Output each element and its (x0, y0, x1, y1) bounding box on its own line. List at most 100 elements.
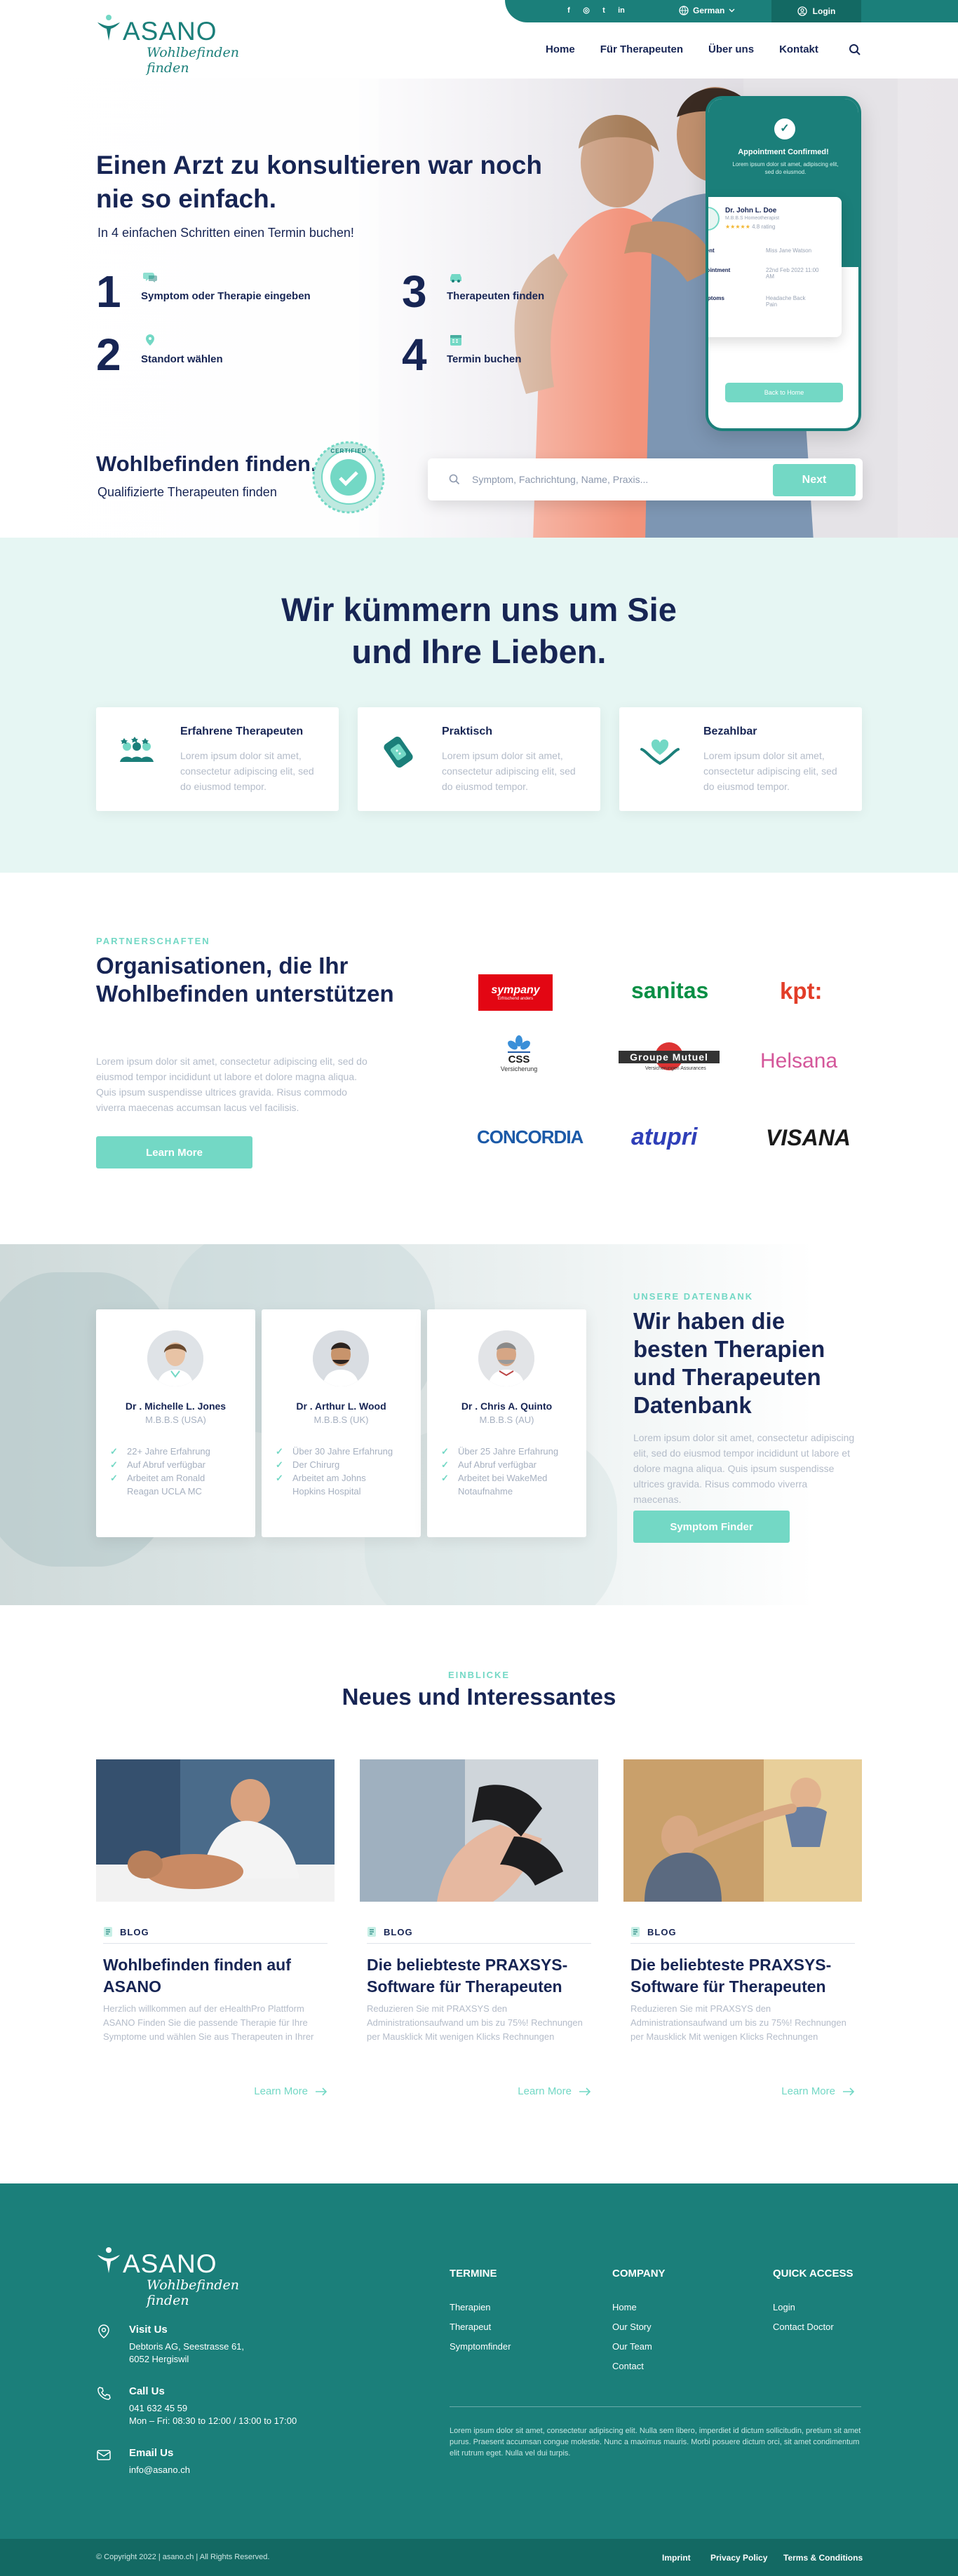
search-input[interactable]: Symptom, Fachrichtung, Name, Praxis... (472, 474, 648, 485)
post-title[interactable]: Die beliebteste PRAXSYS-Software für The… (367, 1954, 591, 1998)
imprint-link[interactable]: Imprint (662, 2553, 691, 2563)
nav-kontakt[interactable]: Kontakt (779, 43, 818, 55)
card-title: Praktisch (442, 725, 493, 737)
symptom-finder-button[interactable]: Symptom Finder (633, 1511, 790, 1543)
step-3: 3 Therapeuten finden (402, 269, 544, 314)
footer-link[interactable]: Our Story (612, 2322, 666, 2332)
footer-link[interactable]: Contact (612, 2361, 666, 2371)
phone-number: 041 632 45 59 (129, 2403, 188, 2413)
hero-subtitle: In 4 einfachen Schritten einen Termin bu… (97, 226, 354, 240)
step-label: Therapeuten finden (447, 290, 545, 302)
phone-back-button[interactable]: Back to Home (725, 383, 843, 402)
logo-helsana[interactable]: Helsana (760, 1049, 837, 1073)
logo-concordia[interactable]: CONCORDIA (477, 1126, 583, 1148)
brand-logo[interactable]: ASANO Wohlbefinden finden (96, 13, 271, 76)
doctor-photo (147, 1330, 203, 1386)
doctor-card-jones[interactable]: Dr . Michelle L. Jones M.B.B.S (USA) 22+… (96, 1309, 255, 1537)
step-number: 1 (96, 266, 121, 317)
chevron-down-icon (729, 8, 735, 13)
certified-badge: CERTIFIED (311, 439, 386, 515)
footer-link[interactable]: Home (612, 2302, 666, 2312)
logo-atupri[interactable]: atupri (631, 1124, 697, 1151)
partners-learn-more-button[interactable]: Learn More (96, 1136, 252, 1168)
step-number: 4 (402, 329, 427, 380)
news-eyebrow: EINBLICKE (447, 1670, 511, 1680)
brand-tagline: Wohlbefinden finden (147, 2277, 239, 2308)
footer-link[interactable]: Contact Doctor (773, 2322, 853, 2332)
check-icon: ✓ (774, 118, 795, 139)
search-icon[interactable] (849, 43, 861, 56)
footer-link[interactable]: Therapien (450, 2302, 511, 2312)
post-divider (630, 1943, 855, 1944)
linkedin-icon[interactable]: in (617, 6, 626, 15)
language-selector[interactable]: German (679, 6, 735, 15)
terms-link[interactable]: Terms & Conditions (783, 2553, 863, 2563)
email-icon (97, 2450, 111, 2460)
instagram-icon[interactable]: ◎ (582, 6, 591, 15)
footer-link[interactable]: Login (773, 2302, 853, 2312)
logo-css[interactable]: CSS Versicherung (491, 1035, 547, 1072)
doctor-avatar (313, 1330, 369, 1386)
doctor-point: Über 30 Jahre Erfahrung (276, 1445, 393, 1458)
logo-sanitas[interactable]: sanitas (631, 978, 708, 1004)
calendar-icon (450, 335, 461, 346)
post-title[interactable]: Wohlbefinden finden auf ASANO (103, 1954, 328, 1998)
doctor-points: Über 30 Jahre Erfahrung Der Chirurg Arbe… (276, 1445, 393, 1498)
blog-post-card[interactable]: BLOG Die beliebteste PRAXSYS-Software fü… (360, 1759, 598, 2097)
address-line-2: 6052 Hergiswil (129, 2354, 189, 2364)
doctor-avatar (478, 1330, 534, 1386)
email-address[interactable]: info@asano.ch (129, 2464, 190, 2476)
nav-therapeuten[interactable]: Für Therapeuten (600, 43, 683, 55)
language-label: German (693, 6, 725, 15)
row-value: 22nd Feb 2022 11:00 AM (766, 267, 819, 280)
email-title: Email Us (129, 2447, 174, 2459)
social-links: f ◎ t in (565, 6, 626, 15)
news-section: EINBLICKE Neues und Interessantes BLOG W… (0, 1605, 958, 2183)
post-title[interactable]: Die beliebteste PRAXSYS-Software für The… (630, 1954, 855, 1998)
blog-post-card[interactable]: BLOG Wohlbefinden finden auf ASANO Herzl… (96, 1759, 335, 2097)
footer-link[interactable]: Therapeut (450, 2322, 511, 2332)
css-flower-icon (508, 1035, 530, 1053)
post-desc: Reduzieren Sie mit PRAXSYS den Administr… (367, 2003, 583, 2042)
logo-kpt[interactable]: kpt: (780, 978, 823, 1004)
logo-sub: Erfrischend anders (497, 997, 534, 1001)
footer-logo[interactable]: ASANO Wohlbefinden finden (96, 2245, 278, 2308)
phone-row-patient: Patient Miss Jane Watson (708, 247, 833, 254)
opening-hours: Mon – Fri: 08:30 to 12:00 / 13:00 to 17:… (129, 2415, 297, 2426)
footer-paragraph: Lorem ipsum dolor sit amet, consectetur … (450, 2427, 861, 2458)
feature-card-praktisch: Praktisch Lorem ipsum dolor sit amet, co… (358, 707, 600, 811)
col-title: QUICK ACCESS (773, 2268, 854, 2279)
doctor-card-wood[interactable]: Dr . Arthur L. Wood M.B.B.S (UK) Über 30… (262, 1309, 421, 1537)
massage-photo (96, 1759, 335, 1902)
doctor-card-quinto[interactable]: Dr . Chris A. Quinto M.B.B.S (AU) Über 2… (427, 1309, 586, 1537)
search-next-button[interactable]: Next (773, 464, 856, 496)
globe-icon (679, 6, 689, 15)
nav-ueber-uns[interactable]: Über uns (708, 43, 754, 55)
logo-visana[interactable]: VISANA (766, 1125, 851, 1151)
confirm-title: Appointment Confirmed! (738, 148, 829, 156)
footer-link[interactable]: Our Team (612, 2341, 666, 2352)
post-tag: BLOG (367, 1926, 413, 1937)
logo-sympany[interactable]: sympany Erfrischend anders (478, 974, 553, 1011)
doctor-name: Dr . Arthur L. Wood (296, 1401, 386, 1412)
logo-groupe-mutuel[interactable]: Groupe Mutuel Versicherungen Assurances (617, 1041, 721, 1076)
post-learn-more-link[interactable]: Learn More (781, 2085, 855, 2097)
call-details[interactable]: 041 632 45 59 Mon – Fri: 08:30 to 12:00 /… (129, 2402, 297, 2427)
feature-card-therapeuten: Erfahrene Therapeuten Lorem ipsum dolor … (96, 707, 339, 811)
doctor-point: Über 25 Jahre Erfahrung (441, 1445, 558, 1458)
address-line-1: Debtoris AG, Seestrasse 61, (129, 2341, 245, 2352)
post-learn-more-link[interactable]: Learn More (254, 2085, 328, 2097)
blog-post-card[interactable]: BLOG Die beliebteste PRAXSYS-Software fü… (623, 1759, 862, 2097)
post-learn-more-link[interactable]: Learn More (518, 2085, 591, 2097)
login-label: Login (812, 6, 836, 16)
twitter-icon[interactable]: t (600, 6, 608, 15)
facebook-icon[interactable]: f (565, 6, 573, 15)
nav-home[interactable]: Home (546, 43, 575, 55)
doctor-point: Der Chirurg (276, 1458, 393, 1471)
tag-label: BLOG (384, 1926, 413, 1937)
doctors-desc: Lorem ipsum dolor sit amet, consectetur … (633, 1432, 855, 1505)
footer-link[interactable]: Symptomfinder (450, 2341, 511, 2352)
login-button[interactable]: Login (771, 0, 861, 22)
learn-more-label: Learn More (518, 2085, 572, 2097)
privacy-policy-link[interactable]: Privacy Policy (710, 2553, 767, 2563)
